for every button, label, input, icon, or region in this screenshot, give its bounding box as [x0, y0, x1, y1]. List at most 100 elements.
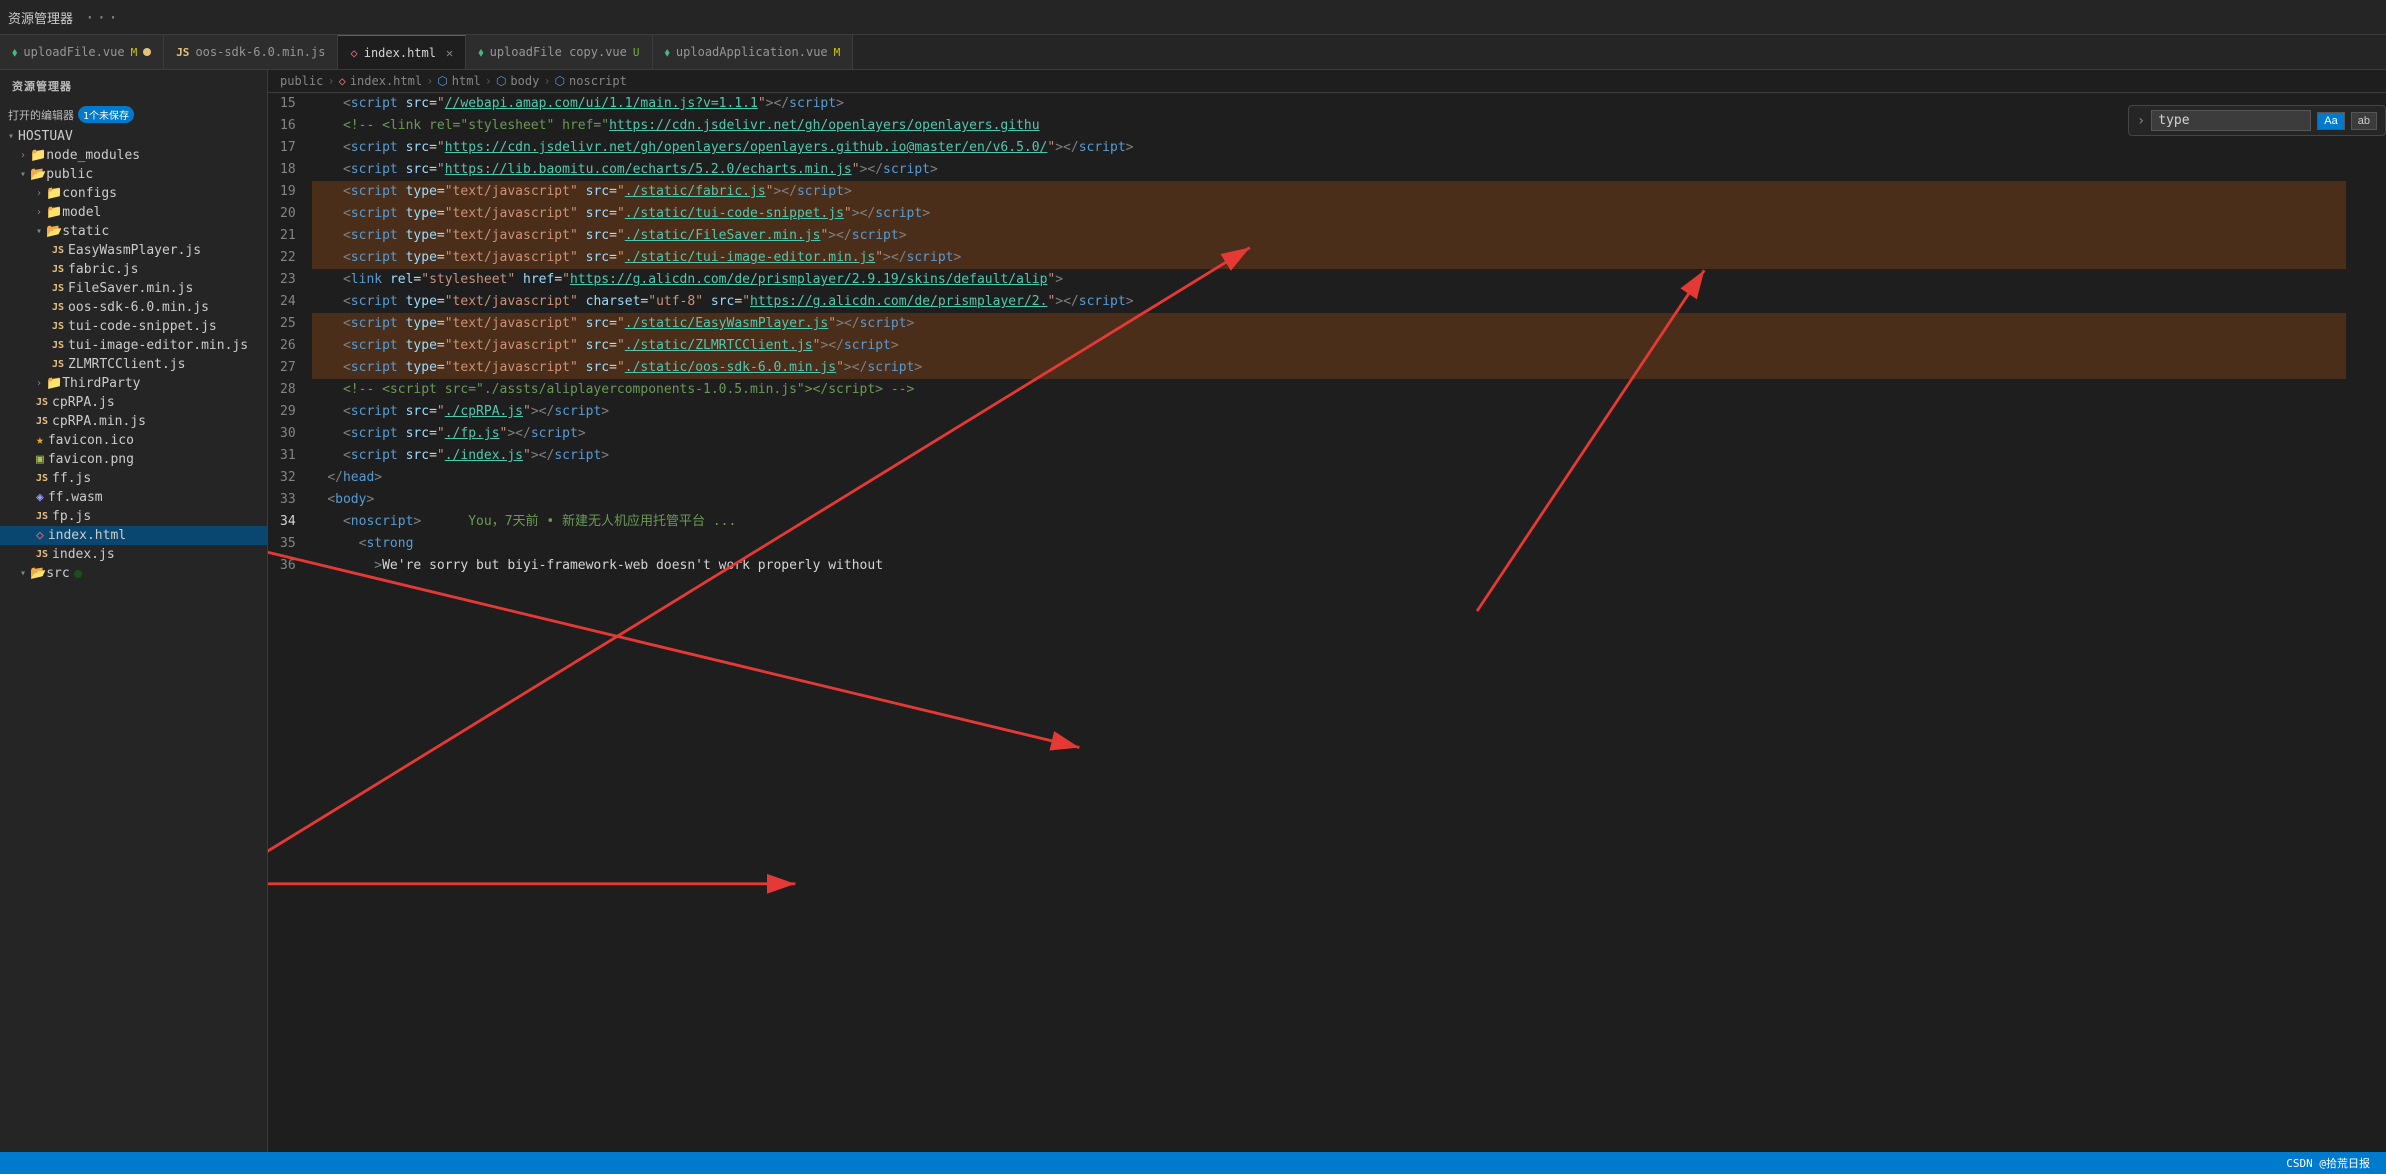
js-icon-tuicode: JS	[52, 321, 64, 332]
line-num-32: 32	[280, 467, 296, 489]
breadcrumb-sep-4: ›	[543, 74, 550, 88]
item-label: EasyWasmPlayer.js	[68, 243, 201, 258]
item-label: ThirdParty	[62, 376, 140, 391]
code-line-27: <script type="text/javascript" src="./st…	[312, 357, 2346, 379]
item-label: ZLMRTCClient.js	[68, 357, 185, 372]
js-icon-fabric: JS	[52, 264, 64, 275]
tab-modified-badge-2: M	[834, 46, 841, 59]
find-collapse-icon[interactable]: ›	[2137, 113, 2145, 129]
tree-item-cprpamin[interactable]: JS cpRPA.min.js	[0, 412, 267, 431]
tree-item-easywasm[interactable]: JS EasyWasmPlayer.js	[0, 241, 267, 260]
item-label: fabric.js	[68, 262, 138, 277]
explorer-title: 资源管理器	[8, 8, 73, 27]
line-num-26: 26	[280, 335, 296, 357]
sidebar: 资源管理器 打开的编辑器 1个未保存 ▾ HOSTUAV › 📁 node_mo…	[0, 70, 268, 1152]
whole-word-button[interactable]: ab	[2351, 112, 2377, 130]
tree-item-fpjs[interactable]: JS fp.js	[0, 507, 267, 526]
find-input[interactable]	[2151, 110, 2311, 131]
tab-unsaved-dot	[143, 48, 151, 56]
folder-icon-src: 📂	[30, 566, 46, 581]
breadcrumb-item-indexhtml: index.html	[350, 74, 422, 88]
tab-uploadfile-vue[interactable]: ⬧ uploadFile.vue M	[0, 35, 164, 70]
tree-item-filesaver[interactable]: JS FileSaver.min.js	[0, 279, 267, 298]
tab-label: oos-sdk-6.0.min.js	[195, 45, 325, 59]
tab-index-html[interactable]: ◇ index.html ✕	[338, 35, 466, 70]
code-line-17: <script src="https://cdn.jsdelivr.net/gh…	[312, 137, 2346, 159]
tree-item-zlmrtc[interactable]: JS ZLMRTCClient.js	[0, 355, 267, 374]
tree-item-favicon-png[interactable]: ▣ favicon.png	[0, 450, 267, 469]
tab-uploadfile-copy[interactable]: ⬧ uploadFile copy.vue U	[466, 35, 652, 70]
tree-item-tuiimage[interactable]: JS tui-image-editor.min.js	[0, 336, 267, 355]
chevron-right-icon-configs: ›	[36, 188, 42, 199]
tree-item-ffwasm[interactable]: ◈ ff.wasm	[0, 488, 267, 507]
tab-label: uploadApplication.vue	[676, 45, 828, 59]
tab-oos-sdk[interactable]: JS oos-sdk-6.0.min.js	[164, 35, 338, 70]
line-num-19: 19	[280, 181, 296, 203]
code-line-20: <script type="text/javascript" src="./st…	[312, 203, 2346, 225]
item-label: favicon.ico	[48, 433, 134, 448]
line-num-18: 18	[280, 159, 296, 181]
line-num-35: 35	[280, 533, 296, 555]
line-num-30: 30	[280, 423, 296, 445]
line-num-27: 27	[280, 357, 296, 379]
tree-item-indexjs[interactable]: JS index.js	[0, 545, 267, 564]
find-bar: › Aa ab	[2128, 105, 2386, 136]
chevron-down-icon: ▾	[8, 131, 14, 142]
line-num-36: 36	[280, 555, 296, 577]
explorer-header: 资源管理器	[0, 70, 267, 102]
js-icon-filesaver: JS	[52, 283, 64, 294]
item-label: index.html	[48, 528, 126, 543]
line-num-16: 16	[280, 115, 296, 137]
tree-item-favicon-ico[interactable]: ★ favicon.ico	[0, 431, 267, 450]
line-num-29: 29	[280, 401, 296, 423]
wasm-icon: ◈	[36, 490, 44, 505]
tab-label: index.html	[364, 46, 436, 60]
tree-item-public[interactable]: ▾ 📂 public	[0, 165, 267, 184]
main-layout: 资源管理器 打开的编辑器 1个未保存 ▾ HOSTUAV › 📁 node_mo…	[0, 70, 2386, 1152]
tab-close-icon[interactable]: ✕	[446, 46, 453, 60]
code-line-18: <script src="https://lib.baomitu.com/ech…	[312, 159, 2346, 181]
item-label: index.js	[52, 547, 115, 562]
js-icon: JS	[176, 46, 189, 59]
tree-item-tuicode[interactable]: JS tui-code-snippet.js	[0, 317, 267, 336]
item-label: ff.wasm	[48, 490, 103, 505]
js-icon-ffjs: JS	[36, 473, 48, 484]
js-icon-cprpamin: JS	[36, 416, 48, 427]
match-case-button[interactable]: Aa	[2317, 112, 2344, 130]
tree-item-oossdk[interactable]: JS oos-sdk-6.0.min.js	[0, 298, 267, 317]
tree-item-node-modules[interactable]: › 📁 node_modules	[0, 146, 267, 165]
tree-item-configs[interactable]: › 📁 configs	[0, 184, 267, 203]
code-line-30: <script src="./fp.js"></script>	[312, 423, 2346, 445]
title-bar-menu[interactable]: ···	[85, 8, 120, 27]
breadcrumb: public › ◇ index.html › ⬡ html › ⬡ body …	[268, 70, 2386, 93]
item-label: tui-image-editor.min.js	[68, 338, 248, 353]
tab-modified-badge: M	[131, 46, 138, 59]
js-icon-zlmrtc: JS	[52, 359, 64, 370]
chevron-right-icon-model: ›	[36, 207, 42, 218]
tree-item-static[interactable]: ▾ 📂 static	[0, 222, 267, 241]
item-label: tui-code-snippet.js	[68, 319, 217, 334]
unsaved-badge: 1个未保存	[78, 106, 134, 123]
vue-icon: ⬧	[12, 45, 17, 60]
open-editors-section[interactable]: 打开的编辑器 1个未保存	[0, 102, 267, 127]
tab-uploadapplication[interactable]: ⬧ uploadApplication.vue M	[653, 35, 854, 70]
code-editor[interactable]: 15 16 17 18 19 20 21 22 23 24 25 26 27 2…	[268, 93, 2386, 1152]
tree-root-hostuav[interactable]: ▾ HOSTUAV	[0, 127, 267, 146]
tab-label: uploadFile copy.vue	[490, 45, 627, 59]
js-icon-tuiimage: JS	[52, 340, 64, 351]
tree-item-cprpa[interactable]: JS cpRPA.js	[0, 393, 267, 412]
vue-icon-3: ⬧	[665, 45, 670, 60]
tree-item-ffjs[interactable]: JS ff.js	[0, 469, 267, 488]
tree-item-indexhtml[interactable]: ◇ index.html	[0, 526, 267, 545]
tree-item-src[interactable]: ▾ 📂 src	[0, 564, 267, 583]
item-label: model	[62, 205, 101, 220]
code-line-22: <script type="text/javascript" src="./st…	[312, 247, 2346, 269]
js-icon-indexjs: JS	[36, 549, 48, 560]
title-bar-left: 资源管理器 ···	[8, 8, 120, 27]
line-num-25: 25	[280, 313, 296, 335]
tree-item-model[interactable]: › 📁 model	[0, 203, 267, 222]
tree-item-thirdparty[interactable]: › 📁 ThirdParty	[0, 374, 267, 393]
line-num-34: 34	[280, 511, 296, 533]
tree-item-fabric[interactable]: JS fabric.js	[0, 260, 267, 279]
breadcrumb-sep-3: ›	[485, 74, 492, 88]
